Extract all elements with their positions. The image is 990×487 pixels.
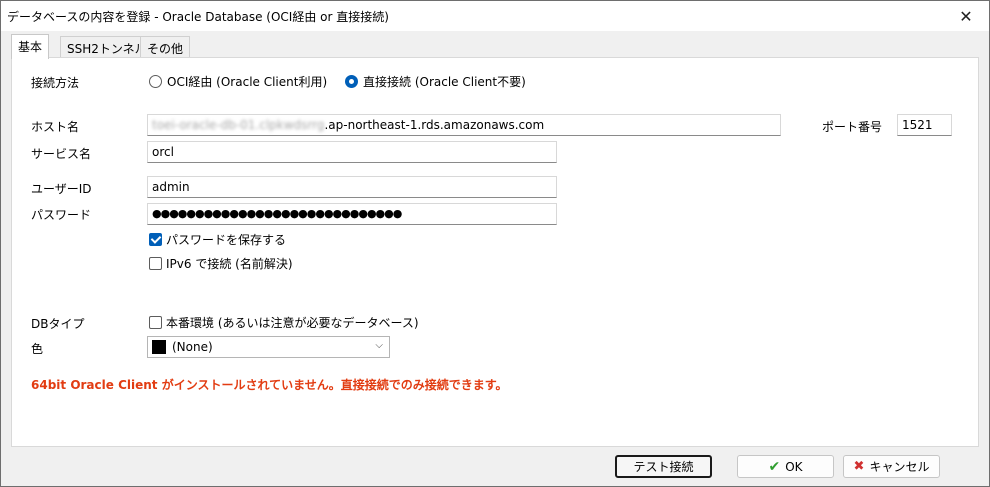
cancel-label: キャンセル — [869, 460, 930, 474]
production-label: 本番環境 (あるいは注意が必要なデータベース) — [166, 316, 419, 330]
save-password-check-indicator — [149, 233, 162, 246]
service-input[interactable]: orcl — [147, 141, 557, 163]
port-input[interactable]: 1521 — [897, 114, 952, 136]
radio-direct-label: 直接接続 (Oracle Client不要) — [363, 75, 526, 89]
host-label: ホスト名 — [31, 120, 80, 134]
save-password-checkbox[interactable]: パスワードを保存する — [149, 231, 286, 248]
title-bar: データベースの内容を登録 - Oracle Database (OCI経由 or… — [1, 1, 989, 31]
oracle-client-warning: 64bit Oracle Client がインストールされていません。直接接続で… — [31, 378, 508, 392]
service-label: サービス名 — [31, 147, 92, 161]
password-label: パスワード — [31, 208, 92, 222]
user-value: admin — [152, 180, 190, 194]
tab-basic[interactable]: 基本 — [11, 34, 50, 59]
radio-oci-indicator — [149, 75, 162, 88]
window-title: データベースの内容を登録 - Oracle Database (OCI経由 or… — [7, 10, 389, 24]
host-input[interactable]: toei-oracle-db-01.clpkwdsrrg.ap-northeas… — [147, 114, 781, 136]
color-select[interactable]: (None) ⌵ — [147, 336, 390, 358]
ok-button[interactable]: ✔ OK — [737, 455, 834, 478]
password-value: ●●●●●●●●●●●●●●●●●●●●●●●●●●●●● — [152, 207, 402, 220]
ok-label: OK — [785, 459, 803, 474]
tab-other[interactable]: その他 — [140, 36, 191, 58]
password-input[interactable]: ●●●●●●●●●●●●●●●●●●●●●●●●●●●●● — [147, 203, 557, 225]
port-label: ポート番号 — [822, 120, 883, 134]
connection-method-label: 接続方法 — [31, 76, 80, 90]
ipv6-checkbox[interactable]: IPv6 で接続 (名前解決) — [149, 255, 293, 272]
color-label: 色 — [31, 342, 44, 356]
port-value: 1521 — [902, 118, 933, 132]
user-input[interactable]: admin — [147, 176, 557, 198]
radio-oci[interactable]: OCI経由 (Oracle Client利用) — [149, 73, 327, 90]
close-icon: ✕ — [959, 6, 973, 26]
ipv6-check-indicator — [149, 257, 162, 270]
color-swatch — [152, 340, 166, 354]
radio-oci-label: OCI経由 (Oracle Client利用) — [167, 75, 328, 89]
dbtype-label: DBタイプ — [31, 317, 85, 331]
production-check-indicator — [149, 316, 162, 329]
service-value: orcl — [152, 145, 174, 159]
radio-direct-indicator — [345, 75, 358, 88]
chevron-down-icon: ⌵ — [375, 340, 383, 351]
cancel-x-icon: ✖ — [853, 459, 865, 474]
close-button[interactable]: ✕ — [943, 1, 989, 31]
checkmark-icon: ✔ — [768, 458, 781, 475]
user-label: ユーザーID — [31, 182, 92, 196]
color-select-value: (None) — [172, 340, 213, 354]
save-password-label: パスワードを保存する — [166, 233, 287, 247]
host-value: .ap-northeast-1.rds.amazonaws.com — [324, 118, 545, 132]
test-connection-button[interactable]: テスト接続 — [615, 455, 712, 478]
dialog-window: データベースの内容を登録 - Oracle Database (OCI経由 or… — [0, 0, 990, 487]
production-checkbox[interactable]: 本番環境 (あるいは注意が必要なデータベース) — [149, 314, 419, 331]
host-value-redacted: toei-oracle-db-01.clpkwdsrrg — [152, 118, 325, 132]
radio-direct[interactable]: 直接接続 (Oracle Client不要) — [345, 73, 526, 90]
ipv6-label: IPv6 で接続 (名前解決) — [166, 257, 293, 271]
cancel-button[interactable]: ✖ キャンセル — [843, 455, 940, 478]
test-connection-label: テスト接続 — [633, 460, 694, 474]
